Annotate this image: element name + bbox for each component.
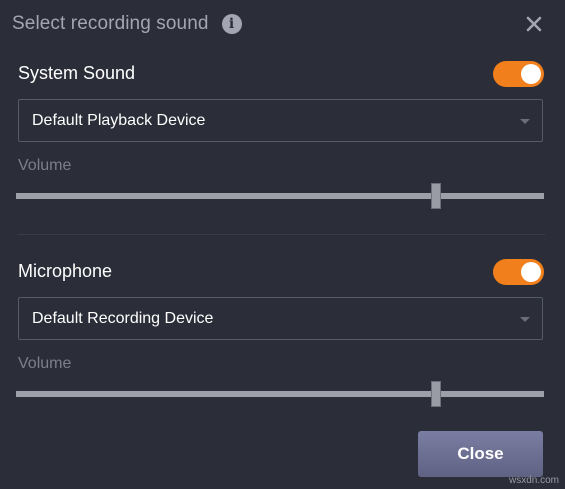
recording-device-value: Default Recording Device (32, 310, 214, 327)
playback-device-value: Default Playback Device (32, 112, 206, 129)
slider-thumb[interactable] (430, 381, 441, 407)
slider-thumb[interactable] (430, 183, 441, 209)
dialog-title: Select recording sound (12, 13, 209, 34)
microphone-volume-slider[interactable] (16, 381, 544, 407)
watermark: wsxdn.com (508, 475, 559, 486)
microphone-label: Microphone (18, 261, 113, 281)
system-volume-slider[interactable] (16, 183, 544, 209)
slider-track (16, 391, 544, 397)
recording-sound-dialog: Select recording sound i System Sound De… (0, 0, 565, 489)
recording-device-select[interactable]: Default Recording Device (18, 297, 543, 340)
slider-track (16, 193, 544, 199)
playback-device-select[interactable]: Default Playback Device (18, 99, 543, 142)
toggle-knob (521, 64, 541, 84)
dialog-header: Select recording sound i (12, 10, 242, 38)
system-sound-label: System Sound (18, 63, 136, 83)
info-icon[interactable]: i (221, 14, 242, 34)
chevron-down-icon (520, 317, 530, 322)
microphone-toggle[interactable] (493, 259, 544, 285)
close-button[interactable]: Close (418, 431, 543, 477)
chevron-down-icon (520, 119, 530, 124)
section-divider (18, 234, 545, 235)
close-icon[interactable] (525, 15, 543, 33)
toggle-knob (521, 262, 541, 282)
system-volume-label: Volume (18, 157, 72, 174)
microphone-volume-label: Volume (18, 355, 72, 372)
system-sound-toggle[interactable] (493, 61, 544, 87)
